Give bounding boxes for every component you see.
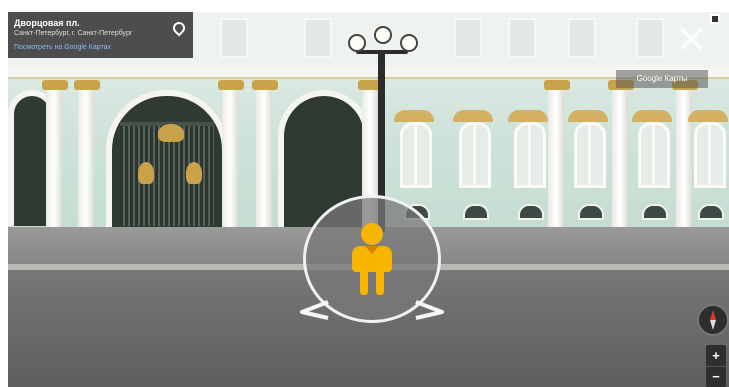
close-icon[interactable] xyxy=(674,22,708,56)
column xyxy=(256,80,272,230)
basement-window xyxy=(463,204,489,220)
basement-window xyxy=(642,204,668,220)
zoom-in-button[interactable]: + xyxy=(706,346,726,366)
pin-icon[interactable] xyxy=(170,19,188,37)
basement-window xyxy=(518,204,544,220)
window xyxy=(400,122,432,188)
upper-window xyxy=(636,18,664,58)
basement-window xyxy=(698,204,724,220)
expand-icon[interactable] xyxy=(710,14,720,24)
arrow-left-icon[interactable] xyxy=(298,298,330,320)
gate-ornament xyxy=(186,162,202,184)
column xyxy=(78,80,94,230)
arrow-right-icon[interactable] xyxy=(414,298,446,320)
upper-window xyxy=(508,18,536,58)
window-pediment xyxy=(508,110,548,122)
lamp-globe xyxy=(348,34,366,52)
column xyxy=(46,80,62,230)
lamp-globe xyxy=(374,26,392,44)
place-address: Санкт-Петербург, г. Санкт-Петербург xyxy=(14,30,133,37)
column-capital xyxy=(252,80,278,90)
column xyxy=(548,80,564,230)
window xyxy=(638,122,670,188)
column-capital xyxy=(218,80,244,90)
compass-icon[interactable] xyxy=(697,304,729,336)
window xyxy=(574,122,606,188)
window xyxy=(694,122,726,188)
window-pediment xyxy=(688,110,728,122)
view-on-maps-link[interactable]: Посмотреть на Google Картах xyxy=(14,44,111,51)
window-pediment xyxy=(453,110,493,122)
column xyxy=(612,80,628,230)
window-pediment xyxy=(632,110,672,122)
place-title: Дворцовая пл. xyxy=(14,18,80,28)
window-pediment xyxy=(568,110,608,122)
google-maps-link[interactable]: Google Карты xyxy=(616,70,708,88)
column-capital xyxy=(544,80,570,90)
street-view-frame: Дворцовая пл. Санкт-Петербург, г. Санкт-… xyxy=(0,0,729,387)
lamp-globe xyxy=(400,34,418,52)
location-info-card: Дворцовая пл. Санкт-Петербург, г. Санкт-… xyxy=(8,12,193,58)
zoom-out-button[interactable]: − xyxy=(706,366,726,387)
window xyxy=(459,122,491,188)
basement-window xyxy=(578,204,604,220)
column xyxy=(676,80,692,230)
pegman-leg xyxy=(360,268,368,295)
window xyxy=(514,122,546,188)
zoom-control: + − xyxy=(706,345,726,387)
column xyxy=(222,80,238,230)
pegman-leg xyxy=(376,268,384,295)
column-capital xyxy=(42,80,68,90)
upper-window xyxy=(220,18,248,58)
upper-window xyxy=(454,18,482,58)
column-capital xyxy=(74,80,100,90)
eagle-emblem xyxy=(158,124,184,142)
gate-ornament xyxy=(138,162,154,184)
window-pediment xyxy=(394,110,434,122)
upper-window xyxy=(304,18,332,58)
pegman-icon[interactable] xyxy=(361,223,383,245)
upper-window xyxy=(568,18,596,58)
